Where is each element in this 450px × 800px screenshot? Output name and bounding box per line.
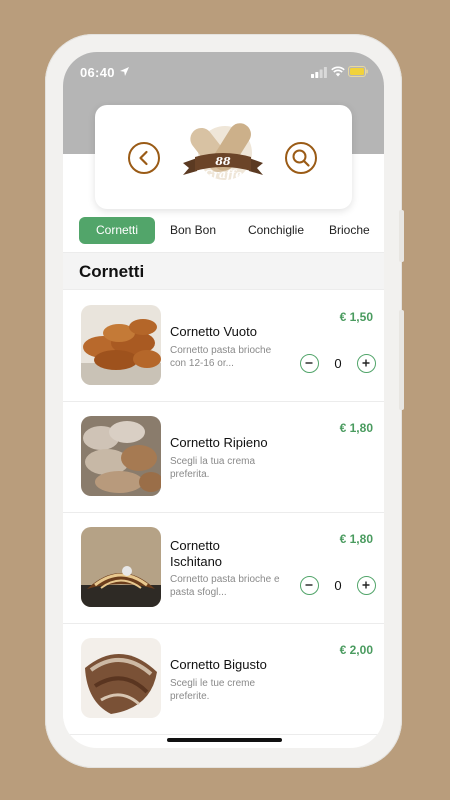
product-item-cornetto-vuoto[interactable]: Cornetto Vuoto Cornetto pasta brioche co… — [63, 291, 384, 402]
decrease-button[interactable] — [300, 576, 319, 595]
app-screen: 06:40 88 Graffe Cornetti Bon Bon Conchig… — [63, 52, 384, 748]
quantity-stepper: 0 — [300, 576, 376, 596]
search-icon — [292, 149, 310, 167]
minus-icon — [305, 362, 313, 364]
croissant-photo — [81, 416, 161, 496]
product-description: Scegli le tue creme preferite. — [170, 678, 256, 702]
search-button[interactable] — [285, 142, 317, 174]
section-title: Cornetti — [79, 262, 145, 281]
product-image — [81, 305, 161, 385]
plus-icon — [362, 359, 370, 367]
increase-button[interactable] — [357, 354, 376, 373]
power-button — [399, 310, 404, 410]
croissant-photo — [81, 527, 161, 607]
location-arrow-icon — [120, 67, 129, 76]
chevron-left-icon — [139, 150, 148, 166]
home-indicator — [167, 738, 282, 742]
product-description: Cornetto pasta brioche con 12-16 or... — [170, 345, 272, 369]
product-name: Cornetto Ripieno — [170, 435, 268, 450]
product-price: € 1,80 — [339, 532, 373, 546]
status-time: 06:40 — [80, 65, 115, 80]
decrease-button[interactable] — [300, 354, 319, 373]
cellular-signal-icon — [311, 67, 327, 78]
plus-icon — [362, 581, 370, 589]
quantity-value: 0 — [334, 578, 342, 593]
logo-text: 88 Graffe — [177, 111, 269, 203]
product-image — [81, 527, 161, 607]
status-bar: 06:40 — [63, 52, 384, 92]
wifi-icon — [331, 66, 345, 77]
tab-conchiglie[interactable]: Conchiglie — [241, 217, 311, 244]
quantity-value: 0 — [334, 356, 342, 371]
product-name: Cornetto Bigusto — [170, 657, 267, 672]
minus-icon — [305, 584, 313, 586]
product-description: Cornetto pasta brioche e pasta sfogl... — [170, 574, 280, 598]
increase-button[interactable] — [357, 576, 376, 595]
product-item-cornetto-ripieno[interactable]: Cornetto Ripieno Scegli la tua crema pre… — [63, 402, 384, 513]
quantity-stepper: 0 — [300, 354, 376, 374]
section-header: Cornetti — [63, 252, 384, 290]
product-price: € 1,80 — [339, 421, 373, 435]
croissant-photo — [81, 305, 161, 385]
brand-logo: 88 Graffe — [177, 111, 269, 203]
product-name: Cornetto Vuoto — [170, 324, 257, 339]
product-price: € 2,00 — [339, 643, 373, 657]
tab-brioche[interactable]: Brioche — [329, 217, 384, 244]
product-item-cornetto-bigusto[interactable]: Cornetto Bigusto Scegli le tue creme pre… — [63, 624, 384, 735]
product-item-cornetto-ischitano[interactable]: Cornetto Ischitano Cornetto pasta brioch… — [63, 513, 384, 624]
back-button[interactable] — [128, 142, 160, 174]
product-name: Cornetto Ischitano — [170, 538, 223, 569]
croissant-photo — [81, 638, 161, 718]
header-card: 88 Graffe — [95, 105, 352, 209]
product-description: Scegli la tua crema preferita. — [170, 456, 256, 480]
product-image — [81, 638, 161, 718]
product-image — [81, 416, 161, 496]
product-price: € 1,50 — [339, 310, 373, 324]
volume-button — [399, 210, 404, 262]
tab-cornetti[interactable]: Cornetti — [79, 217, 155, 244]
logo-wordmark: 88 Graffe — [203, 155, 243, 181]
battery-icon — [348, 66, 368, 77]
category-tabs: Cornetti Bon Bon Conchiglie Brioche — [63, 215, 384, 249]
tab-bon-bon[interactable]: Bon Bon — [163, 217, 223, 244]
